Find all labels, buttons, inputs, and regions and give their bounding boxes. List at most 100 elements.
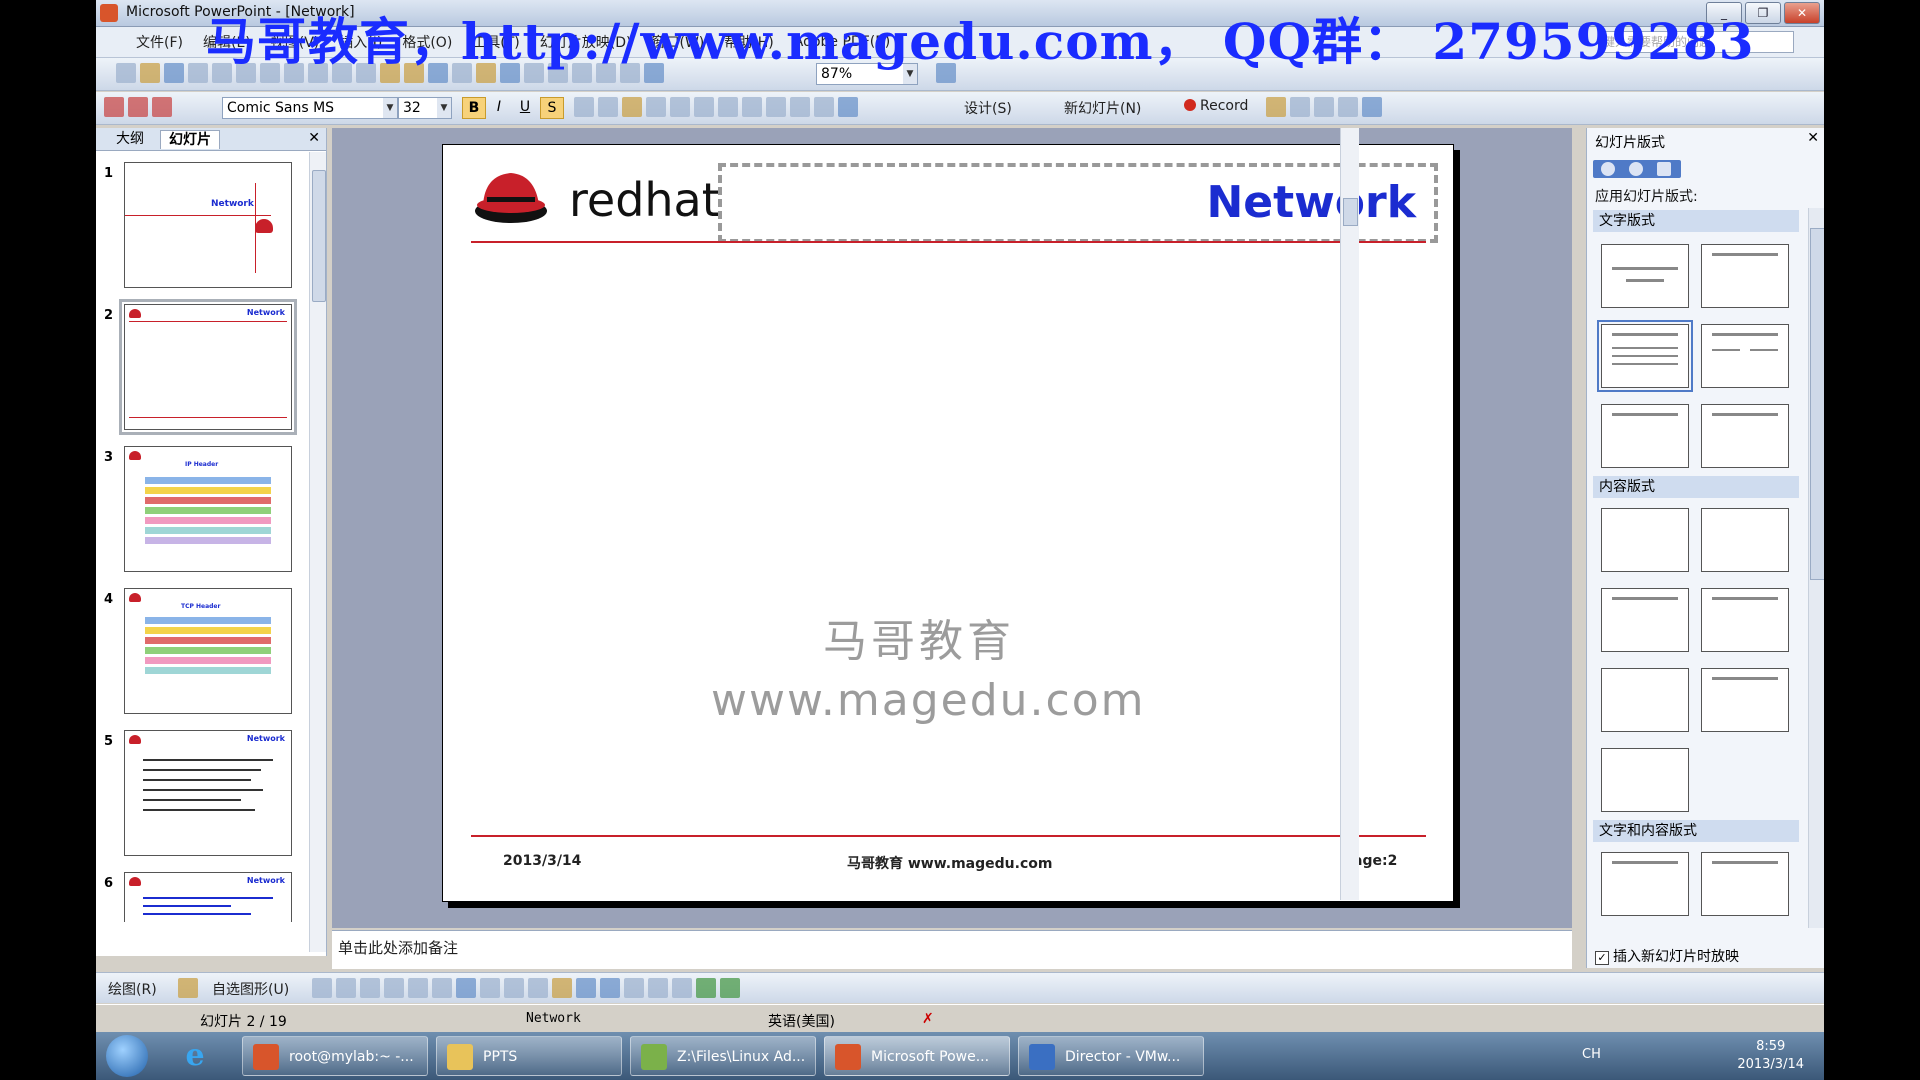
thumbnail-item[interactable]: 1 Network	[96, 156, 310, 288]
slide-scrollbar[interactable]	[1340, 128, 1359, 900]
shadow-style-icon[interactable]	[696, 978, 716, 998]
new-slide-button[interactable]: 新幻灯片(N)	[1064, 98, 1141, 118]
italic-button[interactable]: I	[488, 97, 510, 117]
layout-text-content[interactable]	[1601, 852, 1689, 916]
textbox-icon[interactable]	[408, 978, 428, 998]
layout-vertical-text[interactable]	[1601, 404, 1689, 468]
taskbar-editor[interactable]: Z:\Files\Linux Ad...	[630, 1036, 816, 1076]
home-icon[interactable]	[1657, 162, 1671, 176]
save-icon[interactable]	[164, 63, 184, 83]
font-color-icon[interactable]	[838, 97, 858, 117]
layout-title-slide[interactable]	[1601, 244, 1689, 308]
layout-four-content[interactable]	[1601, 668, 1689, 732]
checkbox-checked-icon[interactable]: ✓	[1595, 951, 1609, 965]
rectangle-icon[interactable]	[360, 978, 380, 998]
tab-slides[interactable]: 幻灯片	[160, 130, 220, 149]
vertical-textbox-icon[interactable]	[432, 978, 452, 998]
layout-content-text[interactable]	[1701, 852, 1789, 916]
dash-style-icon[interactable]	[648, 978, 668, 998]
thumbnail-item[interactable]: 2 Network	[96, 298, 310, 435]
diagram-icon[interactable]	[480, 978, 500, 998]
acrobat-pdf-icon[interactable]	[104, 97, 124, 117]
decrease-indent-icon[interactable]	[790, 97, 810, 117]
taskbar-folder[interactable]: PPTS	[436, 1036, 622, 1076]
spelling-status-icon[interactable]: ✗	[922, 1011, 934, 1027]
layout-content-over[interactable]	[1701, 668, 1789, 732]
slide-thumbnail[interactable]: Network	[124, 730, 292, 856]
layout-blank[interactable]	[1601, 508, 1689, 572]
decrease-font-icon[interactable]	[766, 97, 786, 117]
align-right-icon[interactable]	[622, 97, 642, 117]
picture-icon[interactable]	[528, 978, 548, 998]
back-icon[interactable]	[1601, 162, 1615, 176]
underline-button[interactable]: U	[514, 97, 536, 117]
increase-indent-icon[interactable]	[814, 97, 834, 117]
align-center-icon[interactable]	[598, 97, 618, 117]
input-language[interactable]: CH	[1582, 1047, 1601, 1062]
new-icon[interactable]	[116, 63, 136, 83]
layout-vertical-title[interactable]	[1701, 404, 1789, 468]
numbering-icon[interactable]	[694, 97, 714, 117]
task-pane-scrollbar[interactable]	[1808, 208, 1824, 928]
record-button[interactable]: Record	[1184, 98, 1248, 114]
clipart-icon[interactable]	[504, 978, 524, 998]
help-icon[interactable]	[1362, 97, 1382, 117]
forward-icon[interactable]	[1629, 162, 1643, 176]
thumbnail-item[interactable]: 4 TCP Header	[96, 582, 310, 714]
arrow-icon[interactable]	[336, 978, 356, 998]
increase-font-icon[interactable]	[742, 97, 762, 117]
text-direction-icon[interactable]	[670, 97, 690, 117]
show-on-insert-checkbox[interactable]: ✓ 插入新幻灯片时放映	[1595, 946, 1739, 966]
permission-icon[interactable]	[188, 63, 208, 83]
bullets-icon[interactable]	[718, 97, 738, 117]
thumbnail-item[interactable]: 5 Network	[96, 724, 310, 856]
font-size-select[interactable]: 32 ▼	[398, 97, 452, 119]
taskbar-powerpoint[interactable]: Microsoft Powe...	[824, 1036, 1010, 1076]
select-pointer-icon[interactable]	[178, 978, 198, 998]
arrow-style-icon[interactable]	[672, 978, 692, 998]
acrobat-email-icon[interactable]	[128, 97, 148, 117]
thumbnail-item[interactable]: 3 IP Header	[96, 440, 310, 572]
layout-two-columns[interactable]	[1701, 324, 1789, 388]
slide-thumbnail[interactable]: IP Header	[124, 446, 292, 572]
draw-menu-button[interactable]: 绘图(R)	[108, 979, 157, 999]
design-button[interactable]: 设计(S)	[964, 98, 1012, 118]
notes-pane[interactable]: 单击此处添加备注	[332, 930, 1572, 969]
scroll-thumb[interactable]	[1343, 198, 1358, 226]
close-icon[interactable]: ✕	[308, 130, 320, 146]
layout-title-text[interactable]	[1597, 320, 1693, 392]
line-icon[interactable]	[312, 978, 332, 998]
slide-thumbnail[interactable]: TCP Header	[124, 588, 292, 714]
publish-icon[interactable]	[1314, 97, 1334, 117]
slide-thumbnail-selected[interactable]: Network	[119, 299, 297, 435]
start-button[interactable]	[106, 1035, 148, 1077]
autoshapes-button[interactable]: 自选图形(U)	[212, 979, 289, 999]
layout-title-content[interactable]	[1601, 588, 1689, 652]
line-color-icon[interactable]	[576, 978, 596, 998]
thumbnail-item[interactable]: 6 Network	[96, 866, 310, 922]
fill-color-icon[interactable]	[552, 978, 572, 998]
oval-icon[interactable]	[384, 978, 404, 998]
clock[interactable]: 8:59 2013/3/14	[1737, 1038, 1804, 1074]
line-style-icon[interactable]	[624, 978, 644, 998]
layout-title-only[interactable]	[1701, 244, 1789, 308]
settings-icon[interactable]	[1338, 97, 1358, 117]
font-select[interactable]: Comic Sans MS ▼	[222, 97, 398, 119]
macro-icon[interactable]	[1266, 97, 1286, 117]
slide-title[interactable]: Network	[1206, 177, 1416, 228]
distribute-icon[interactable]	[646, 97, 666, 117]
thumbnail-scrollbar[interactable]	[309, 152, 326, 952]
layout-four-objects[interactable]	[1601, 748, 1689, 812]
open-icon[interactable]	[140, 63, 160, 83]
scroll-thumb[interactable]	[312, 170, 326, 302]
align-left-icon[interactable]	[574, 97, 594, 117]
title-placeholder[interactable]: Network	[718, 163, 1438, 243]
slide-canvas[interactable]: redhat Network 马哥教育 www.magedu.com 2013/…	[442, 144, 1454, 902]
layout-two-content[interactable]	[1701, 588, 1789, 652]
close-icon[interactable]: ✕	[1807, 130, 1819, 146]
slide-thumbnail[interactable]: Network	[124, 872, 292, 922]
slide-thumbnail[interactable]: Network	[124, 162, 292, 288]
close-button[interactable]: ✕	[1784, 2, 1820, 24]
notes-placeholder[interactable]: 单击此处添加备注	[338, 937, 458, 958]
taskbar-terminal[interactable]: root@mylab:~ -...	[242, 1036, 428, 1076]
